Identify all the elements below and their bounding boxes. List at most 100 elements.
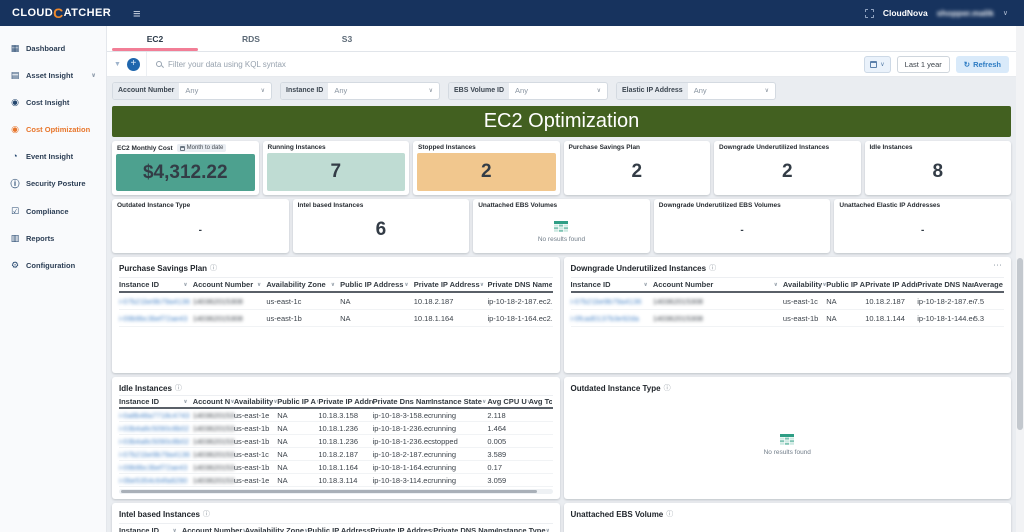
filter-funnel-icon[interactable]: ▼ bbox=[114, 61, 121, 68]
sort-chevron-icon[interactable]: ∨ bbox=[172, 528, 178, 532]
sort-chevron-icon[interactable]: ∨ bbox=[183, 399, 189, 405]
tab-rds[interactable]: RDS bbox=[203, 26, 299, 51]
table-cell: us-east-1e bbox=[234, 411, 277, 420]
sort-chevron-icon[interactable]: ∨ bbox=[331, 282, 337, 288]
sidebar-item-reports[interactable]: ▥ Reports bbox=[0, 225, 106, 252]
calendar-icon bbox=[180, 146, 185, 151]
column-header[interactable]: Public IP Address∨ bbox=[308, 526, 371, 532]
column-header[interactable]: Instance ID∨ bbox=[119, 526, 182, 532]
instance-link[interactable]: i-03b4a8c5090c8b02 bbox=[119, 437, 193, 446]
column-header[interactable]: Availability Zone∨ bbox=[266, 280, 340, 289]
vertical-scrollbar[interactable] bbox=[1016, 26, 1024, 532]
sort-chevron-icon[interactable]: ∨ bbox=[257, 282, 263, 288]
tab-s3[interactable]: S3 bbox=[299, 26, 395, 51]
column-header[interactable]: Instance Type∨ bbox=[496, 526, 552, 532]
sort-chevron-icon[interactable]: ∨ bbox=[404, 282, 410, 288]
tab-ec2[interactable]: EC2 bbox=[107, 26, 203, 51]
filter-instance-id[interactable]: Instance ID Any ∨ bbox=[280, 82, 440, 100]
cloudcatcher-logo[interactable]: CLOUDCATCHER bbox=[0, 5, 111, 21]
chevron-down-icon[interactable]: ∨ bbox=[1003, 9, 1008, 17]
sidebar-item-asset-insight[interactable]: ▤ Asset Insight ∨ bbox=[0, 62, 106, 89]
column-header[interactable]: Public IP A∨ bbox=[826, 280, 865, 289]
info-icon[interactable]: ⓘ bbox=[175, 383, 182, 393]
instance-link[interactable]: i-03b4a8c5090c8b02 bbox=[119, 424, 193, 433]
column-header[interactable]: Instance ID∨ bbox=[119, 280, 193, 289]
column-header[interactable]: Avg To∨ bbox=[529, 397, 553, 406]
column-header[interactable]: Private DNS Name∨ bbox=[433, 526, 496, 532]
sort-chevron-icon[interactable]: ∨ bbox=[183, 282, 189, 288]
date-range-value[interactable]: Last 1 year bbox=[897, 56, 950, 73]
sort-chevron-icon[interactable]: ∨ bbox=[643, 282, 649, 288]
instance-link[interactable]: i-09b9bc3bef72ae43 bbox=[119, 314, 193, 323]
info-icon[interactable]: ⓘ bbox=[666, 509, 673, 519]
column-header[interactable]: Private DNS Nam∨ bbox=[917, 280, 973, 289]
hamburger-menu-icon[interactable]: ≡ bbox=[133, 6, 141, 21]
column-header[interactable]: Account Number∨ bbox=[182, 526, 245, 532]
column-header[interactable]: Instance ID∨ bbox=[571, 280, 653, 289]
column-header[interactable]: Public IP Address∨ bbox=[340, 280, 414, 289]
more-options-icon[interactable]: ⋯ bbox=[993, 260, 1003, 271]
column-header[interactable]: Private Dns Name∨ bbox=[373, 397, 432, 406]
table-cell: 10.18.2.187 bbox=[865, 297, 917, 306]
info-icon[interactable]: ⓘ bbox=[210, 263, 217, 273]
instance-link[interactable]: i-0fcad0137b3e92da bbox=[571, 314, 653, 323]
sort-chevron-icon[interactable]: ∨ bbox=[546, 528, 552, 532]
scrollbar-thumb[interactable] bbox=[121, 490, 537, 493]
fullscreen-icon[interactable] bbox=[865, 9, 874, 18]
column-header[interactable]: Average o∨ bbox=[974, 280, 1004, 289]
column-header[interactable]: Account N∨ bbox=[193, 397, 234, 406]
column-header[interactable]: Private IP Address∨ bbox=[414, 280, 488, 289]
horizontal-scrollbar[interactable] bbox=[119, 489, 553, 494]
sidebar-item-dashboard[interactable]: ▦ Dashboard bbox=[0, 35, 106, 62]
date-picker-button[interactable]: ∨ bbox=[864, 56, 890, 73]
column-header[interactable]: Availability Zone∨ bbox=[245, 526, 308, 532]
table-cell: NA bbox=[340, 314, 414, 323]
column-header[interactable]: Private DNS Name∨ bbox=[487, 280, 552, 289]
sidebar-item-cost-optimization[interactable]: ◉ Cost Optimization bbox=[0, 116, 106, 143]
column-header[interactable]: Private IP Addre∨ bbox=[318, 397, 372, 406]
kpi-value: - bbox=[838, 211, 1007, 249]
reports-icon: ▥ bbox=[10, 233, 20, 244]
info-icon[interactable]: ⓘ bbox=[709, 263, 716, 273]
table-cell: us-east-1b bbox=[266, 314, 340, 323]
instance-link[interactable]: i-07b21be9b79a4136 bbox=[571, 297, 653, 306]
user-menu[interactable]: shopper.malik bbox=[937, 8, 994, 18]
column-header[interactable]: Private IP Addr∨ bbox=[865, 280, 917, 289]
info-icon[interactable]: ⓘ bbox=[203, 509, 210, 519]
column-header[interactable]: Account Number∨ bbox=[193, 280, 267, 289]
sidebar-item-label: Reports bbox=[26, 234, 54, 243]
instance-link[interactable]: i-09b9bc3bef72ae43 bbox=[119, 463, 193, 472]
column-header[interactable]: Private IP Address∨ bbox=[370, 526, 433, 532]
sidebar-item-cost-insight[interactable]: ◉ Cost Insight bbox=[0, 89, 106, 116]
column-header[interactable]: Account Number∨ bbox=[653, 280, 783, 289]
instance-link[interactable]: i-0a8b48a7718c4743 bbox=[119, 411, 193, 420]
sidebar-item-compliance[interactable]: ☑ Compliance bbox=[0, 198, 106, 225]
sidebar-item-event-insight[interactable]: ◔ Event Insight bbox=[0, 143, 106, 169]
scrollbar-thumb[interactable] bbox=[1017, 258, 1023, 430]
column-header[interactable]: Avg CPU U∨ bbox=[487, 397, 528, 406]
add-filter-button[interactable]: + bbox=[127, 58, 140, 71]
column-header[interactable]: Availability∨ bbox=[783, 280, 826, 289]
sort-chevron-icon[interactable]: ∨ bbox=[480, 282, 486, 288]
kql-search-input[interactable] bbox=[168, 60, 858, 69]
column-header[interactable]: Public IP A∨ bbox=[277, 397, 318, 406]
column-header[interactable]: Instance State∨ bbox=[431, 397, 487, 406]
info-icon[interactable]: ⓘ bbox=[664, 383, 671, 393]
sidebar-item-configuration[interactable]: ⚙ Configuration bbox=[0, 252, 106, 279]
instance-link[interactable]: i-07b21be9b79a4136 bbox=[119, 297, 193, 306]
search-icon bbox=[156, 61, 162, 67]
table-cell: us-east-1b bbox=[234, 437, 277, 446]
filter-elastic-ip-address[interactable]: Elastic IP Address Any ∨ bbox=[616, 82, 776, 100]
compliance-icon: ☑ bbox=[10, 206, 20, 217]
column-header[interactable]: Availability∨ bbox=[234, 397, 277, 406]
instance-link[interactable]: i-07b21be9b79a4136 bbox=[119, 450, 193, 459]
sort-chevron-icon[interactable]: ∨ bbox=[773, 282, 779, 288]
sidebar-item-security-posture[interactable]: ⓘ Security Posture bbox=[0, 169, 106, 198]
filter-account-number[interactable]: Account Number Any ∨ bbox=[112, 82, 272, 100]
kpi-value: 6 bbox=[297, 211, 466, 249]
filter-ebs-volume-id[interactable]: EBS Volume ID Any ∨ bbox=[448, 82, 608, 100]
instance-link[interactable]: i-0be5354c64fa8290 bbox=[119, 476, 193, 485]
refresh-button[interactable]: ↻ Refresh bbox=[956, 56, 1009, 73]
month-to-date-badge[interactable]: Month to date bbox=[177, 144, 227, 152]
column-header[interactable]: Instance ID∨ bbox=[119, 397, 193, 406]
